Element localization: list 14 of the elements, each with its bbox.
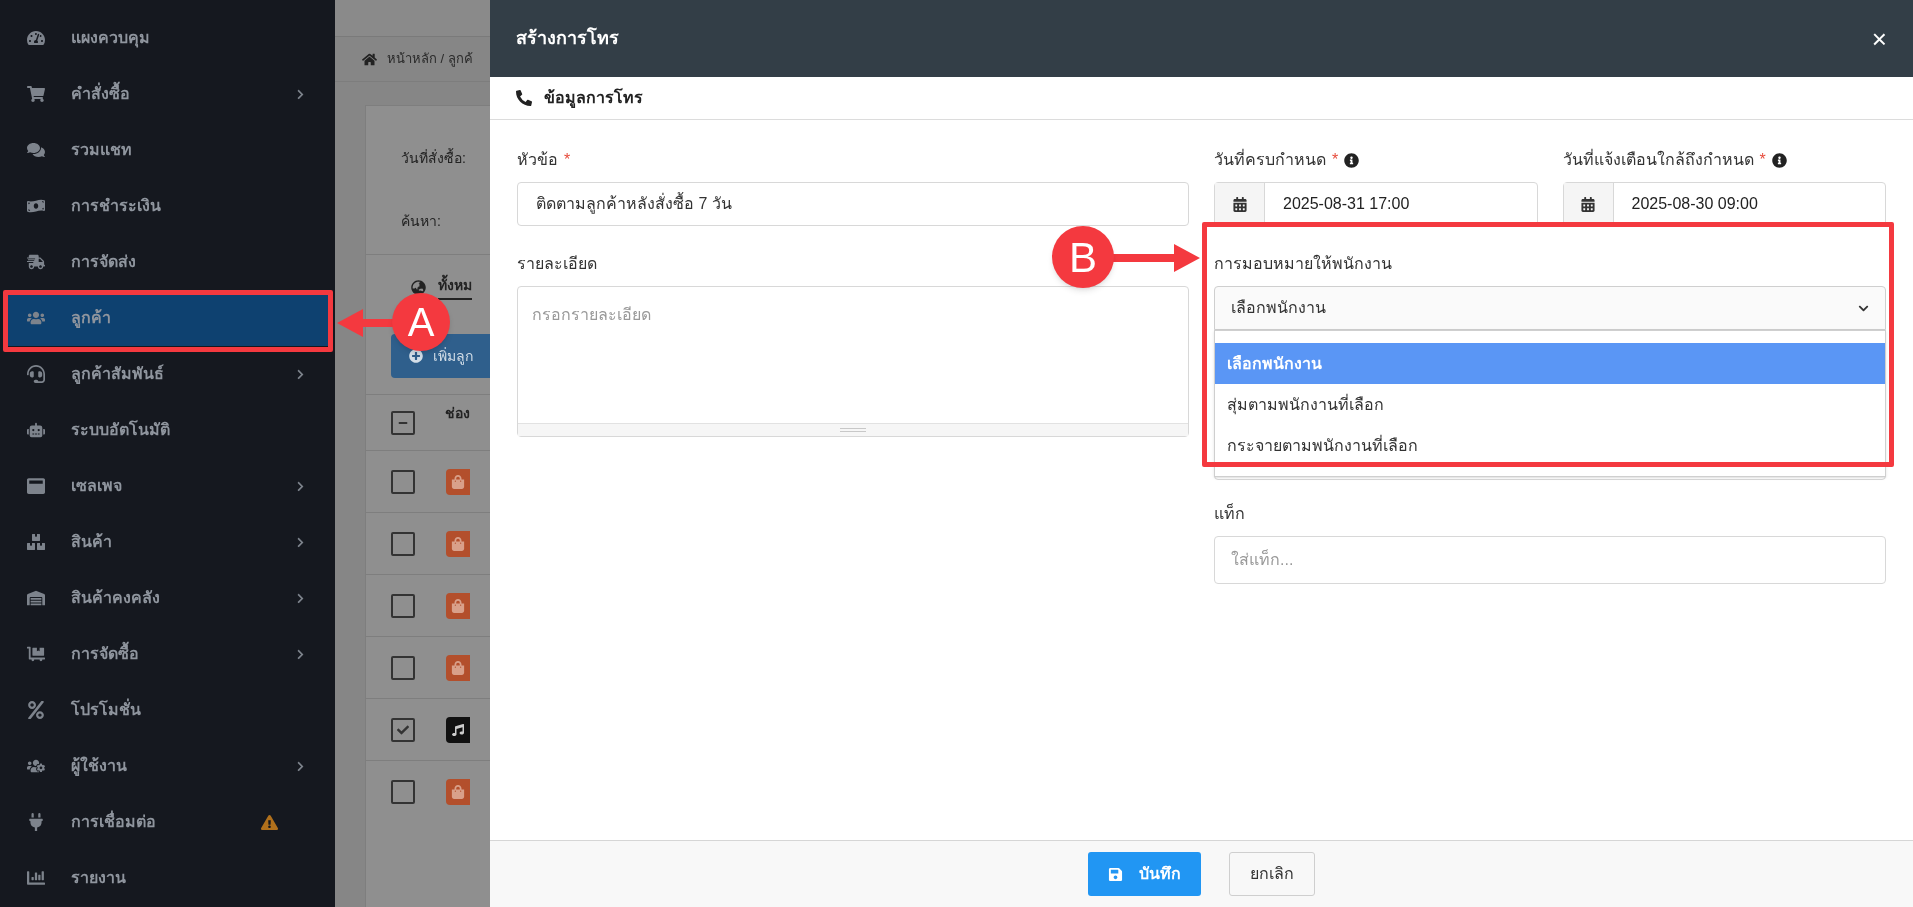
field-label: วันที่แจ้งเตือนใกล้ถึงกำหนด [1562,148,1754,170]
filter-label: ค้นหา: [401,212,442,231]
field-label: วันที่ครบกำหนด [1214,148,1326,170]
section-title: ข้อมูลการโทร [544,87,643,110]
modal-title: สร้างการโทร [516,26,619,50]
required-mark: * [1332,150,1339,170]
field-label: แท็ก [1214,502,1245,524]
field-label: หัวข้อ [517,150,558,170]
column-header: ช่อง [445,404,470,423]
field-label: การมอบหมายให้พนักงาน [1214,253,1392,274]
required-mark: * [1759,150,1766,170]
filter-label: วันที่สั่งซื้อ: [401,148,467,168]
required-mark: * [564,150,571,170]
field-label: รายละเอียด [517,254,597,274]
